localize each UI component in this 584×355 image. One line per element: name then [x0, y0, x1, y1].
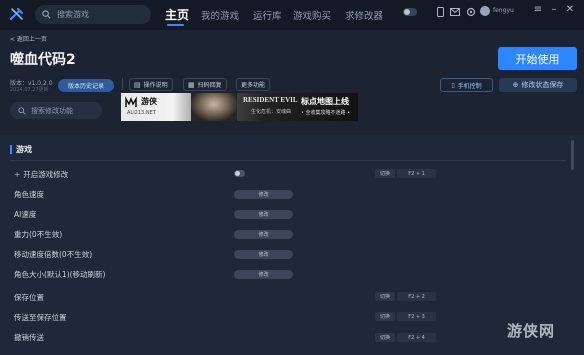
watermark-text: 游侠网	[507, 322, 556, 340]
hotkey-combo[interactable]: F2 + 3	[397, 312, 436, 321]
expand-icon[interactable]: +	[14, 170, 20, 179]
phone-icon: ▯	[451, 81, 455, 89]
scan-reply-button[interactable]: ▦ 扫码回复	[183, 78, 227, 91]
phone-control-label: 手机控制	[457, 82, 482, 90]
header-divider	[122, 78, 123, 90]
option-label: 传送至保存位置	[14, 313, 67, 322]
search-modifications-placeholder: 搜索修改功能	[31, 106, 73, 115]
version-history-button[interactable]: 版本历史记录	[58, 79, 114, 92]
ali213-logo-icon	[125, 96, 137, 107]
page-title: 噬血代码2	[10, 52, 76, 68]
theme-toggle[interactable]	[403, 8, 417, 16]
hotkey-switch-button[interactable]: 切换	[375, 312, 395, 321]
save-icon: ⊕	[512, 81, 519, 89]
document-icon: ▤	[134, 80, 141, 89]
option-label: 角色大小(默认1)(移动刷新)	[14, 270, 106, 279]
more-features-label: 更多功能	[241, 82, 266, 89]
save-state-label: 修改状态保存	[521, 81, 564, 89]
modify-button[interactable]: 修改	[234, 270, 293, 279]
game-search-input[interactable]	[57, 10, 147, 19]
update-date: 2024.07.27更新	[10, 87, 49, 93]
search-modifications-box[interactable]: 搜索修改功能	[10, 102, 102, 119]
top-bar: 主页 我的游戏 运行库 游戏购买 求修改器 fengyu ≡ – ✕	[0, 0, 584, 30]
instructions-button[interactable]: ▤ 操作说明	[129, 78, 173, 91]
save-state-button[interactable]: ⊕ 修改状态保存	[499, 78, 577, 92]
hotkey-combo[interactable]: F2 + 1	[397, 169, 436, 178]
section-title: 游戏	[16, 145, 32, 154]
section-accent-bar	[10, 145, 12, 154]
hotkey-switch-button[interactable]: 切换	[375, 169, 395, 178]
modify-button[interactable]: 修改	[234, 210, 293, 219]
option-label: AI速度	[14, 210, 37, 219]
more-features-button[interactable]: 更多功能	[236, 78, 271, 91]
banner-subline: • 全收集攻略不迷路 •	[301, 110, 351, 116]
close-icon[interactable]: ✕	[564, 4, 576, 16]
site-watermark: 游侠网	[507, 320, 579, 346]
tools-logo-icon	[9, 7, 24, 21]
ad-banner[interactable]: 游侠 ALI213.NET RESIDENT EVIL 生化危机：安魂曲 标点地…	[121, 93, 358, 121]
nav-active-indicator	[167, 24, 184, 26]
banner-brand-sub: ALI213.NET	[127, 110, 156, 116]
modify-button[interactable]: 修改	[234, 250, 293, 259]
instructions-label: 操作说明	[143, 82, 168, 89]
hotkey-switch-button[interactable]: 切换	[375, 292, 395, 301]
hotkey-combo[interactable]: F2 + 2	[397, 292, 436, 301]
nav-home[interactable]: 主页	[165, 6, 189, 23]
banner-game-title: RESIDENT EVIL	[243, 96, 298, 104]
banner-brand: 游侠	[141, 97, 157, 106]
hotkey-combo[interactable]: F2 + 4	[397, 333, 436, 342]
banner-headline: 标点地图上线	[301, 97, 349, 106]
modify-button[interactable]: 修改	[234, 230, 293, 239]
qr-icon: ▦	[188, 80, 195, 89]
modify-button[interactable]: 修改	[234, 190, 293, 199]
section-divider	[10, 160, 566, 161]
back-link[interactable]: < 返回上一页	[10, 34, 47, 43]
hotkey-switch-button[interactable]: 切换	[375, 333, 395, 342]
enable-mod-toggle[interactable]	[234, 170, 245, 177]
mail-icon[interactable]	[449, 6, 461, 18]
search-icon	[18, 106, 26, 115]
search-icon	[42, 10, 51, 19]
options-panel	[0, 135, 584, 355]
option-label: 撤销传送	[14, 333, 44, 342]
start-button[interactable]: 开始使用	[498, 47, 577, 70]
phone-icon[interactable]	[434, 6, 446, 18]
nav-game-purchase[interactable]: 游戏购买	[293, 8, 331, 22]
settings-icon[interactable]	[465, 6, 477, 18]
banner-game-subtitle: 生化危机：安魂曲	[251, 109, 292, 115]
game-search-box[interactable]	[35, 5, 151, 24]
banner-character-image	[191, 93, 237, 121]
username[interactable]: fengyu	[493, 7, 514, 14]
phone-control-button[interactable]: ▯ 手机控制	[440, 78, 493, 92]
option-label: 角色速度	[14, 190, 44, 199]
nav-my-games[interactable]: 我的游戏	[201, 8, 239, 22]
minimize-icon[interactable]: –	[548, 4, 560, 16]
option-label: 重力(0不生效)	[14, 230, 63, 239]
nav-runtime-libraries[interactable]: 运行库	[253, 8, 282, 22]
menu-icon[interactable]: ≡	[532, 4, 544, 16]
scan-reply-label: 扫码回复	[197, 82, 222, 89]
scrollbar[interactable]	[571, 140, 574, 170]
option-label: + 开启游戏修改	[14, 169, 68, 180]
option-label: 移动速度倍数(0不生效)	[14, 250, 93, 259]
option-label: 保存位置	[14, 293, 44, 302]
nav-request-trainer[interactable]: 求修改器	[345, 8, 383, 22]
avatar[interactable]	[480, 6, 490, 16]
option-text: 开启游戏修改	[23, 170, 69, 179]
